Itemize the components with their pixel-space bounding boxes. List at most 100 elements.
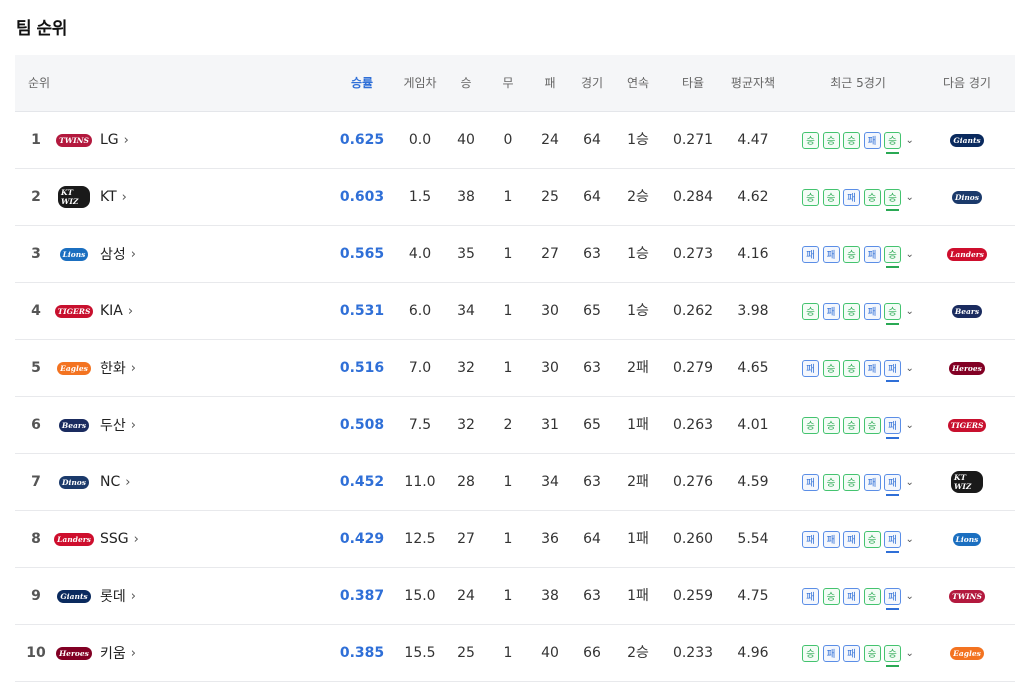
loss-result-chip: 패 bbox=[884, 359, 901, 382]
win-result-chip: 승 bbox=[884, 644, 901, 667]
win-result-chip: 승 bbox=[863, 587, 881, 605]
chevron-down-icon[interactable]: ⌄ bbox=[906, 591, 914, 602]
next-game-opponent[interactable]: Bears bbox=[947, 283, 987, 339]
win-result-chip: 승 bbox=[843, 245, 860, 263]
win-result-chip: 승 bbox=[802, 302, 819, 320]
loss-result-chip: 패 bbox=[822, 302, 840, 320]
next-game-opponent[interactable]: KT WIZ bbox=[947, 454, 987, 510]
header-era[interactable]: 평균자책 bbox=[727, 55, 779, 111]
next-game-opponent[interactable]: Heroes bbox=[947, 340, 987, 396]
team-link[interactable]: TWINS LG › bbox=[56, 112, 129, 168]
nc-dinos-logo-icon: Dinos bbox=[951, 185, 983, 209]
chevron-right-icon: › bbox=[133, 531, 139, 547]
next-game-opponent[interactable]: TWINS bbox=[947, 568, 987, 624]
chevron-down-icon[interactable]: ⌄ bbox=[906, 306, 914, 317]
streak-cell: 1승 bbox=[627, 132, 649, 148]
losses-cell: 38 bbox=[541, 588, 559, 604]
header-losses[interactable]: 패 bbox=[534, 55, 566, 111]
draws-cell: 0 bbox=[503, 132, 513, 148]
batting-avg-cell: 0.276 bbox=[672, 474, 714, 490]
lotte-giants-logo-icon: Giants bbox=[950, 128, 984, 152]
era-cell: 4.16 bbox=[737, 246, 769, 262]
lg-twins-logo-icon: TWINS bbox=[56, 128, 92, 152]
team-link[interactable]: Dinos NC › bbox=[58, 454, 130, 510]
team-link[interactable]: Landers SSG › bbox=[54, 511, 139, 567]
header-wins[interactable]: 승 bbox=[450, 55, 482, 111]
loss-result-chip: 패 bbox=[884, 473, 901, 496]
win-result-chip: 승 bbox=[884, 188, 901, 211]
nc-dinos-logo-icon: Dinos bbox=[58, 470, 90, 494]
next-game-opponent[interactable]: Giants bbox=[947, 112, 987, 168]
team-name: 키움 bbox=[100, 646, 126, 662]
team-link[interactable]: KT WIZ KT › bbox=[58, 169, 127, 225]
win-result-chip: 승 bbox=[863, 416, 881, 434]
win-pct-cell: 0.531 bbox=[339, 303, 385, 319]
chevron-down-icon[interactable]: ⌄ bbox=[906, 534, 914, 545]
header-win-pct[interactable]: 승률 bbox=[340, 55, 384, 111]
games-behind-cell: 1.5 bbox=[408, 189, 432, 205]
table-row: 5 Eagles 한화 › 0.516 7.0 32 1 30 63 2패 0.279 4.65 패 승 승 패… bbox=[15, 340, 1015, 397]
chevron-down-icon[interactable]: ⌄ bbox=[906, 249, 914, 260]
chevron-down-icon[interactable]: ⌄ bbox=[906, 135, 914, 146]
rank-cell: 1 bbox=[31, 132, 41, 148]
next-game-opponent[interactable]: Eagles bbox=[947, 625, 987, 681]
next-game-opponent[interactable]: Lions bbox=[947, 511, 987, 567]
games-cell: 63 bbox=[583, 588, 601, 604]
draws-cell: 1 bbox=[503, 189, 513, 205]
streak-cell: 1승 bbox=[627, 246, 649, 262]
batting-avg-cell: 0.260 bbox=[672, 531, 714, 547]
win-result-chip: 승 bbox=[822, 587, 840, 605]
wins-cell: 40 bbox=[457, 132, 475, 148]
win-result-chip: 승 bbox=[863, 188, 881, 206]
chevron-down-icon[interactable]: ⌄ bbox=[906, 363, 914, 374]
team-link[interactable]: TIGERS KIA › bbox=[54, 283, 133, 339]
table-row: 2 KT WIZ KT › 0.603 1.5 38 1 25 64 2승 0.284 4.62 승 승 패 승… bbox=[15, 169, 1015, 226]
win-pct-cell: 0.603 bbox=[339, 189, 385, 205]
losses-cell: 25 bbox=[541, 189, 559, 205]
doosan-bears-logo-icon: Bears bbox=[951, 299, 983, 323]
streak-cell: 1패 bbox=[627, 588, 649, 604]
rank-cell: 9 bbox=[31, 588, 41, 604]
header-games-behind[interactable]: 게임차 bbox=[397, 55, 443, 111]
team-link[interactable]: Heroes 키움 › bbox=[56, 625, 136, 681]
header-games[interactable]: 경기 bbox=[576, 55, 608, 111]
lg-twins-logo-icon: TWINS bbox=[949, 584, 985, 608]
chevron-down-icon[interactable]: ⌄ bbox=[906, 648, 914, 659]
games-behind-cell: 6.0 bbox=[408, 303, 432, 319]
losses-cell: 36 bbox=[541, 531, 559, 547]
team-link[interactable]: Giants 롯데 › bbox=[57, 568, 136, 624]
loss-result-chip: 패 bbox=[802, 359, 819, 377]
loss-result-chip: 패 bbox=[884, 587, 901, 610]
loss-result-chip: 패 bbox=[822, 644, 840, 662]
chevron-down-icon[interactable]: ⌄ bbox=[906, 192, 914, 203]
chevron-down-icon[interactable]: ⌄ bbox=[906, 477, 914, 488]
next-game-opponent[interactable]: TIGERS bbox=[947, 397, 987, 453]
streak-cell: 2패 bbox=[627, 360, 649, 376]
rank-cell: 5 bbox=[31, 360, 41, 376]
win-result-chip: 승 bbox=[843, 473, 860, 491]
team-link[interactable]: Bears 두산 › bbox=[58, 397, 136, 453]
rank-cell: 6 bbox=[31, 417, 41, 433]
header-streak[interactable]: 연속 bbox=[619, 55, 657, 111]
next-game-opponent[interactable]: Landers bbox=[947, 226, 987, 282]
header-batting-avg[interactable]: 타율 bbox=[670, 55, 716, 111]
win-pct-cell: 0.625 bbox=[339, 132, 385, 148]
kiwoom-heroes-logo-icon: Heroes bbox=[949, 356, 985, 380]
games-cell: 64 bbox=[583, 132, 601, 148]
chevron-down-icon[interactable]: ⌄ bbox=[906, 420, 914, 431]
batting-avg-cell: 0.279 bbox=[672, 360, 714, 376]
draws-cell: 1 bbox=[503, 360, 513, 376]
batting-avg-cell: 0.263 bbox=[672, 417, 714, 433]
rank-cell: 10 bbox=[26, 645, 46, 661]
loss-result-chip: 패 bbox=[802, 587, 819, 605]
table-header: 순위 승률 게임차 승 무 패 경기 연속 타율 평균자책 최근 5경기 다음 … bbox=[15, 55, 1015, 112]
batting-avg-cell: 0.259 bbox=[672, 588, 714, 604]
next-game-opponent[interactable]: Dinos bbox=[947, 169, 987, 225]
games-cell: 65 bbox=[583, 417, 601, 433]
header-draws[interactable]: 무 bbox=[492, 55, 524, 111]
team-link[interactable]: Eagles 한화 › bbox=[57, 340, 136, 396]
team-link[interactable]: Lions 삼성 › bbox=[58, 226, 136, 282]
loss-result-chip: 패 bbox=[843, 530, 860, 548]
loss-result-chip: 패 bbox=[802, 530, 819, 548]
lotte-giants-logo-icon: Giants bbox=[57, 584, 91, 608]
